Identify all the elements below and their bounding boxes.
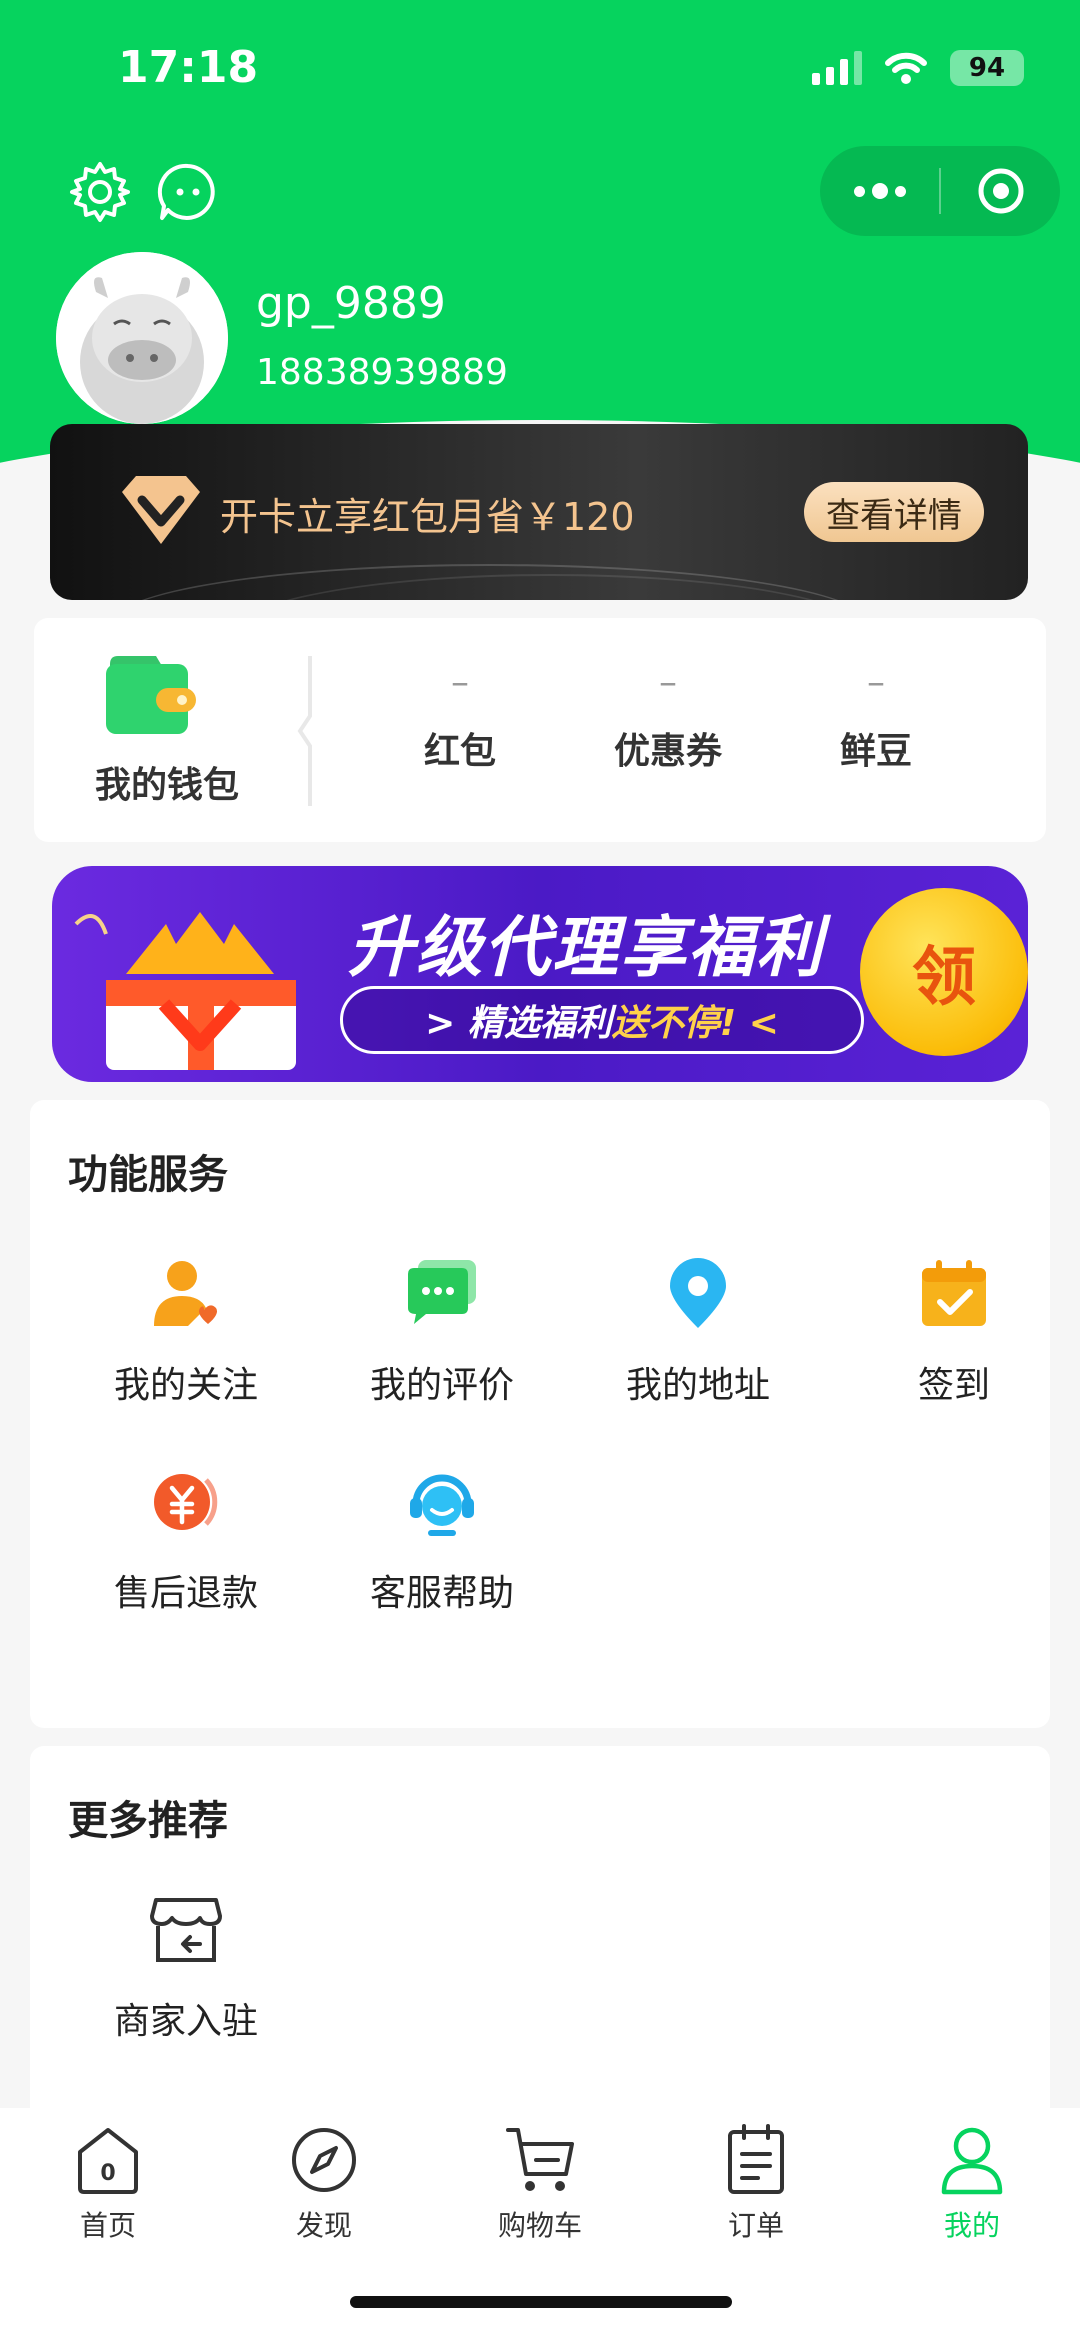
tab-label: 购物车 bbox=[497, 2209, 582, 2242]
tab-label: 发现 bbox=[295, 2209, 352, 2242]
services-title: 功能服务 bbox=[68, 1152, 228, 1198]
service-customer-help[interactable]: 客服帮助 bbox=[314, 1464, 570, 1616]
calendar-check-icon bbox=[922, 1260, 986, 1326]
home-indicator bbox=[350, 2296, 732, 2308]
tab-orders[interactable]: 订单 bbox=[648, 2122, 864, 2244]
fresh-beans-stat[interactable]: – 鲜豆 bbox=[786, 658, 966, 774]
service-label: 签到 bbox=[917, 1365, 990, 1406]
divider bbox=[297, 656, 312, 806]
more-menu-button[interactable] bbox=[820, 146, 939, 236]
service-label: 售后退款 bbox=[113, 1573, 258, 1614]
wifi-icon bbox=[885, 52, 927, 84]
service-label: 我的关注 bbox=[113, 1365, 258, 1406]
tab-discover[interactable]: 发现 bbox=[216, 2122, 432, 2244]
service-after-sale-refund[interactable]: 售后退款 bbox=[58, 1464, 314, 1616]
tab-mine[interactable]: 我的 bbox=[864, 2122, 1080, 2244]
tab-home[interactable]: 0 首页 bbox=[0, 2122, 216, 2244]
coupon-value: – bbox=[659, 662, 677, 703]
service-label: 我的地址 bbox=[625, 1365, 770, 1406]
coupon-label: 优惠券 bbox=[613, 731, 722, 772]
cart-icon bbox=[506, 2128, 574, 2191]
user-icon bbox=[941, 2127, 1003, 2195]
tab-label: 首页 bbox=[79, 2209, 136, 2242]
wallet-icon bbox=[106, 656, 196, 734]
wallet-label: 我的钱包 bbox=[94, 765, 239, 806]
my-wallet-button[interactable]: 我的钱包 bbox=[34, 618, 300, 842]
merchant-join-label: 商家入驻 bbox=[113, 2001, 258, 2042]
red-packet-stat[interactable]: – 红包 bbox=[370, 658, 550, 774]
promo-title: 升级代理享福利 bbox=[348, 909, 824, 986]
tab-cart[interactable]: 购物车 bbox=[432, 2122, 648, 2244]
more-dots-icon bbox=[853, 183, 906, 199]
home-icon: 0 bbox=[78, 2128, 138, 2194]
settings-gear-icon[interactable] bbox=[68, 160, 132, 224]
function-services-card: 功能服务 我的关注 我的评价 我的地址 签到 售后退款 客服帮助 bbox=[30, 1100, 1050, 1728]
fresh-beans-label: 鲜豆 bbox=[839, 731, 912, 772]
gift-box-icon bbox=[74, 912, 296, 1070]
username: gp_9889 bbox=[256, 278, 446, 329]
avatar[interactable] bbox=[56, 252, 228, 424]
fresh-beans-value: – bbox=[867, 662, 885, 703]
claim-coin-button[interactable]: 领 bbox=[860, 888, 1028, 1056]
miniapp-capsule bbox=[820, 146, 1060, 236]
more-title: 更多推荐 bbox=[68, 1798, 228, 1844]
target-icon bbox=[978, 168, 1023, 214]
vip-promo-text: 开卡立享红包月省￥120 bbox=[220, 495, 635, 539]
cow-avatar-icon bbox=[56, 252, 228, 424]
signal-icon bbox=[812, 51, 862, 85]
service-my-reviews[interactable]: 我的评价 bbox=[314, 1256, 570, 1408]
vip-membership-card[interactable]: 开卡立享红包月省￥120 查看详情 bbox=[50, 424, 1028, 600]
location-pin-icon bbox=[670, 1258, 726, 1328]
promo-pill-text-b: 送不停! < bbox=[611, 1003, 779, 1044]
person-heart-icon bbox=[154, 1261, 217, 1326]
promo-pill: > 精选福利 送不停! < bbox=[340, 986, 864, 1054]
red-packet-value: – bbox=[451, 662, 469, 703]
message-icon[interactable] bbox=[156, 160, 220, 224]
coupon-stat[interactable]: – 优惠券 bbox=[578, 658, 758, 774]
red-packet-label: 红包 bbox=[423, 731, 496, 772]
chat-bubbles-icon bbox=[408, 1260, 476, 1324]
service-my-address[interactable]: 我的地址 bbox=[570, 1256, 826, 1408]
order-icon bbox=[728, 2124, 784, 2194]
home-badge: 0 bbox=[100, 2161, 115, 2186]
phone-number: 18838939889 bbox=[256, 352, 508, 393]
storefront-icon bbox=[150, 1898, 222, 1962]
wallet-card: 我的钱包 – 红包 – 优惠券 – 鲜豆 bbox=[34, 618, 1046, 842]
service-check-in[interactable]: 签到 bbox=[826, 1256, 1080, 1408]
merchant-join-button[interactable]: 商家入驻 bbox=[58, 1892, 314, 2044]
tab-label: 我的 bbox=[943, 2209, 1000, 2242]
service-label: 我的评价 bbox=[369, 1365, 514, 1406]
service-my-follows[interactable]: 我的关注 bbox=[58, 1256, 314, 1408]
status-icons: 94 bbox=[812, 50, 1024, 86]
compass-icon bbox=[292, 2128, 356, 2192]
close-miniapp-button[interactable] bbox=[941, 146, 1060, 236]
vip-details-button[interactable]: 查看详情 bbox=[804, 482, 984, 542]
vip-diamond-icon bbox=[122, 476, 200, 544]
agent-promo-banner[interactable]: 升级代理享福利 > 精选福利 送不停! < 领 bbox=[52, 866, 1028, 1082]
more-recommendations-card: 更多推荐 商家入驻 bbox=[30, 1746, 1050, 2126]
service-label: 客服帮助 bbox=[369, 1573, 514, 1614]
tab-label: 订单 bbox=[727, 2209, 784, 2242]
promo-pill-text-a: > 精选福利 bbox=[425, 1003, 612, 1044]
yuan-refund-icon bbox=[154, 1474, 218, 1530]
status-time: 17:18 bbox=[118, 42, 259, 93]
headset-icon bbox=[410, 1474, 474, 1536]
battery-indicator: 94 bbox=[950, 50, 1024, 86]
